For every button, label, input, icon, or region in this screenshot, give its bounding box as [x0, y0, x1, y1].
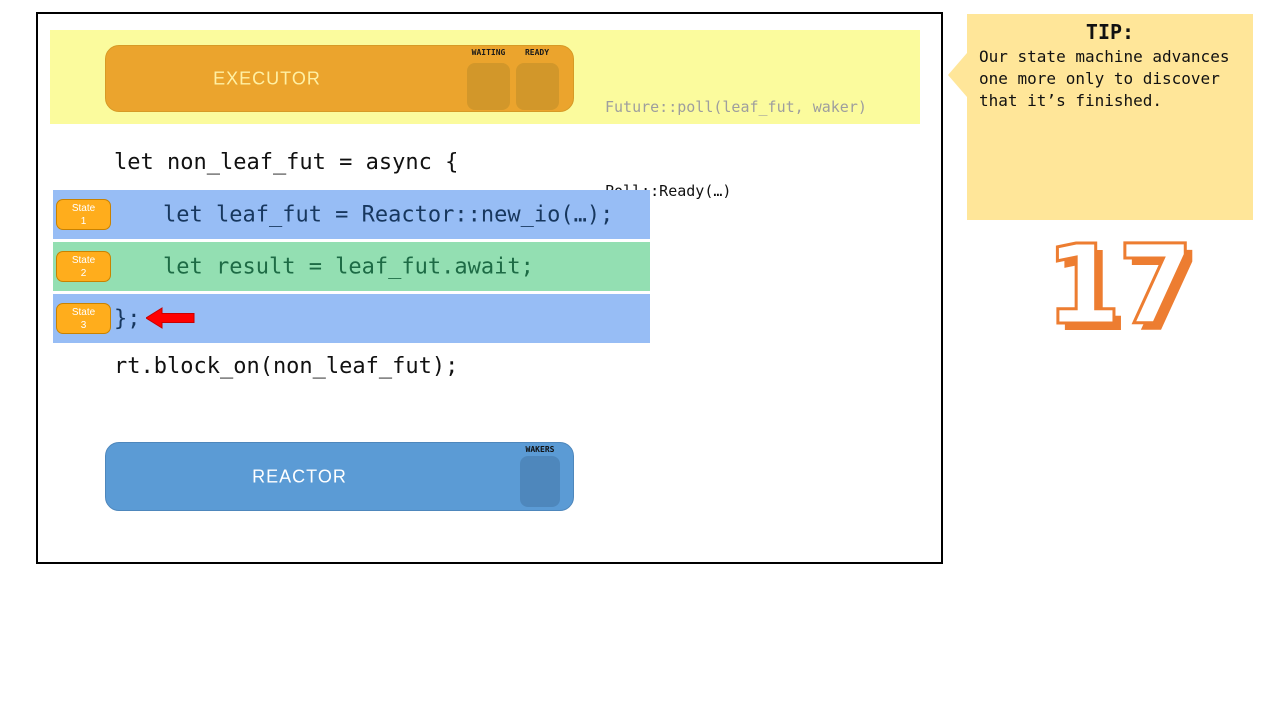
state-badge-label: State	[57, 306, 110, 319]
reactor-box: REACTOR WAKERS	[105, 442, 574, 511]
executor-waiting-slot: WAITING	[466, 46, 511, 111]
code-line-state-3: };	[114, 306, 141, 331]
state-badge-label: State	[57, 202, 110, 215]
state-badge-number: 2	[57, 267, 110, 280]
reactor-label: REACTOR	[106, 466, 493, 487]
tip-text-line: one more only to discover	[979, 68, 1241, 90]
ready-label: READY	[515, 48, 559, 57]
slide-canvas: EXECUTOR WAITING READY Future::poll(leaf…	[0, 0, 1280, 720]
state-badge-label: State	[57, 254, 110, 267]
poll-call-text: Future::poll(leaf_fut, waker)	[605, 93, 867, 121]
reactor-wakers-slot: WAKERS	[517, 443, 563, 510]
state-row-3: State 3 };	[53, 294, 650, 343]
state-1-badge: State 1	[56, 199, 111, 230]
waiting-label: WAITING	[466, 48, 511, 57]
executor-label: EXECUTOR	[106, 68, 428, 89]
code-line-close: rt.block_on(non_leaf_fut);	[114, 354, 458, 379]
state-3-badge: State 3	[56, 303, 111, 334]
state-row-2: State 2 let result = leaf_fut.await;	[53, 242, 650, 291]
waiting-slot-box	[467, 63, 510, 110]
diagram-frame: EXECUTOR WAITING READY Future::poll(leaf…	[36, 12, 943, 564]
state-badge-number: 3	[57, 319, 110, 332]
executor-ready-slot: READY	[515, 46, 559, 111]
code-line-open: let non_leaf_fut = async {	[114, 150, 458, 175]
tip-callout-pointer	[948, 53, 967, 97]
wakers-label: WAKERS	[517, 445, 563, 454]
code-line-state-1: let leaf_fut = Reactor::new_io(…);	[163, 202, 613, 227]
red-left-arrow-icon	[146, 307, 196, 329]
executor-banner: EXECUTOR WAITING READY Future::poll(leaf…	[50, 30, 920, 124]
state-row-1: State 1 let leaf_fut = Reactor::new_io(……	[53, 190, 650, 239]
tip-title: TIP:	[979, 20, 1241, 44]
tip-text-line: that it’s finished.	[979, 90, 1241, 112]
tip-callout: TIP: Our state machine advances one more…	[967, 14, 1253, 220]
executor-box: EXECUTOR WAITING READY	[105, 45, 574, 112]
code-line-state-2: let result = leaf_fut.await;	[163, 254, 534, 279]
tip-text-line: Our state machine advances	[979, 46, 1241, 68]
slide-page-number: 17	[1045, 230, 1190, 340]
wakers-slot-box	[520, 456, 560, 507]
state-2-badge: State 2	[56, 251, 111, 282]
state-badge-number: 1	[57, 215, 110, 228]
ready-slot-box	[516, 63, 559, 110]
